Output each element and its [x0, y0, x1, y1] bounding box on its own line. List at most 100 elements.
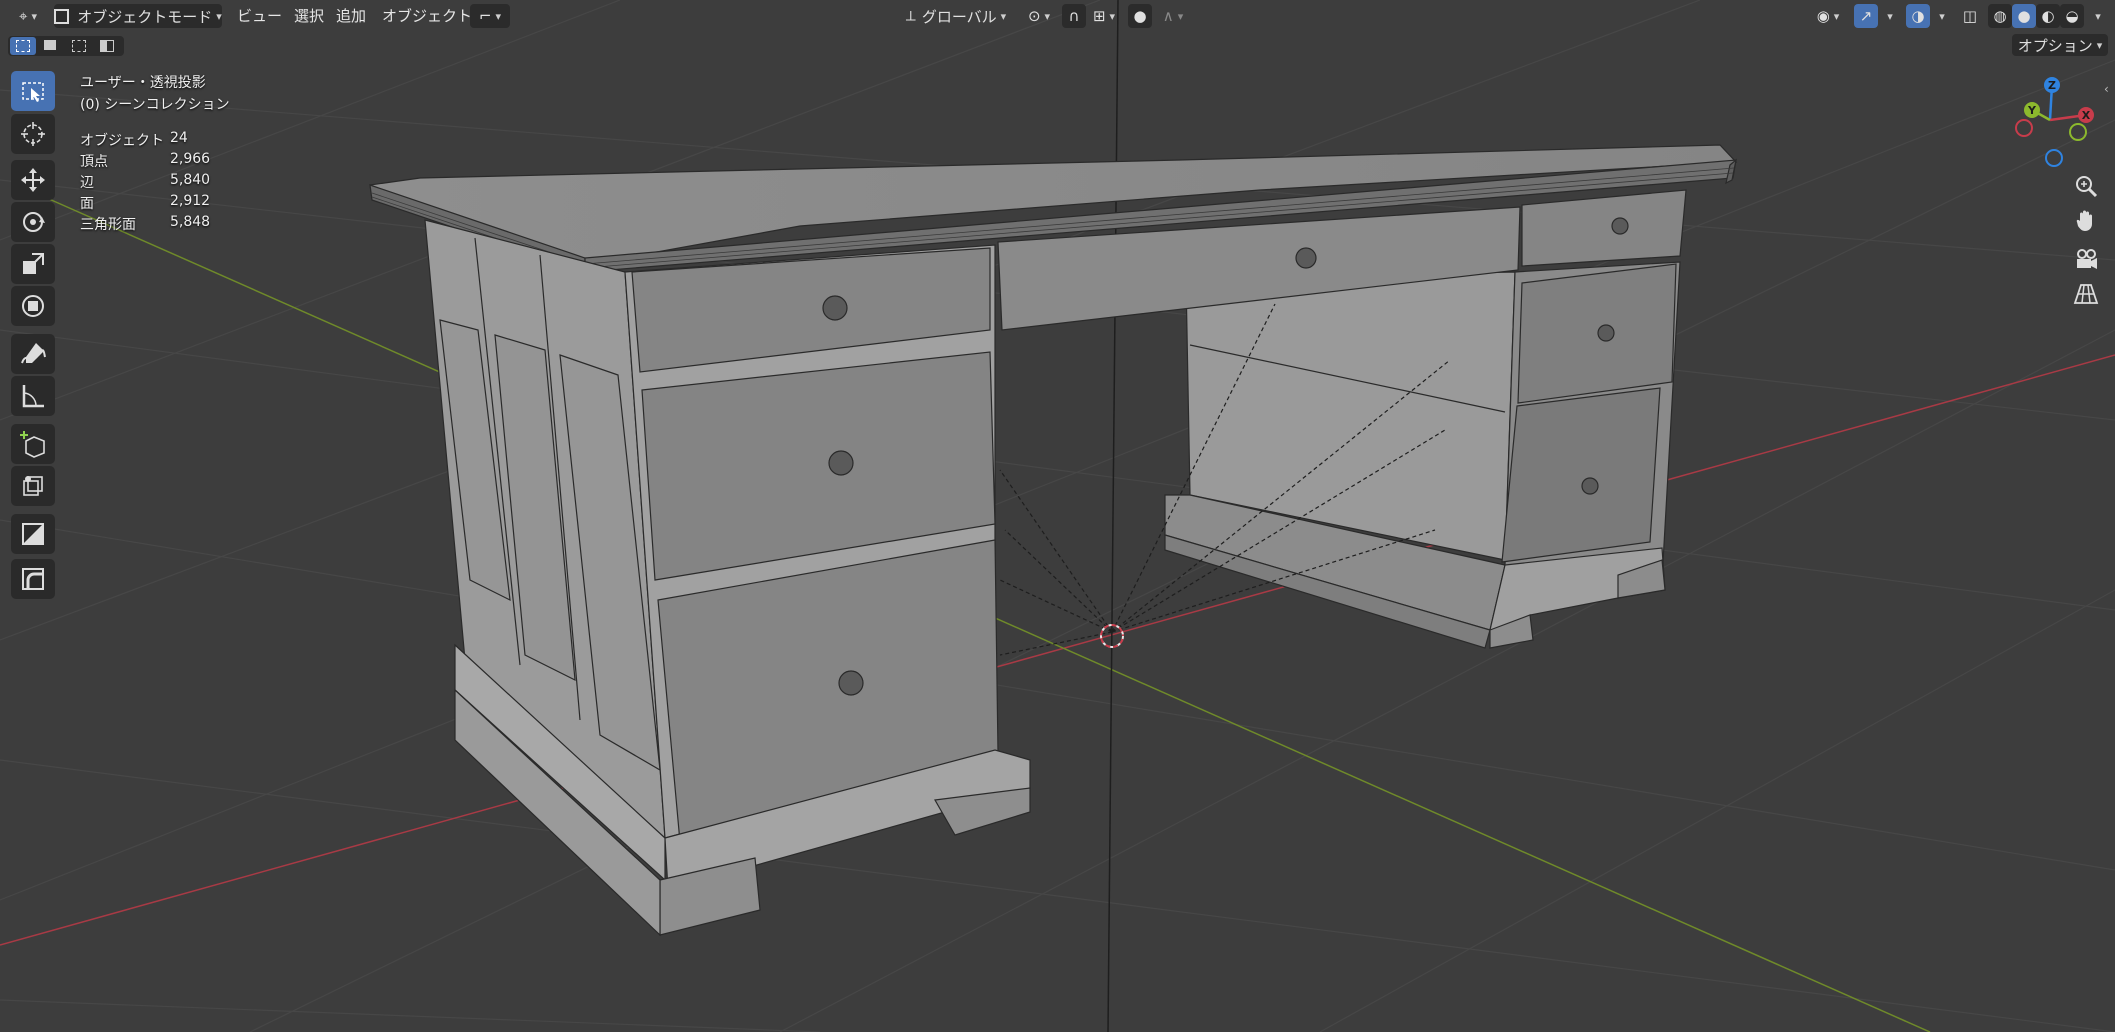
zoom-button[interactable]: [2070, 170, 2102, 202]
shading-dropdown[interactable]: ▾: [2086, 4, 2106, 28]
select-new-icon: [16, 40, 30, 52]
eye-icon: ◉: [1816, 7, 1830, 25]
overlays-dropdown[interactable]: ▾: [1932, 4, 1948, 28]
stat-value: 2,912: [170, 193, 211, 209]
snap-target-dropdown[interactable]: ⊞ ▾: [1088, 4, 1120, 28]
menu-add[interactable]: 追加: [336, 4, 366, 28]
wireframe-sphere-icon: ◍: [1993, 7, 2007, 25]
desk-left-pedestal: [424, 219, 1031, 937]
scale-icon: [23, 253, 44, 274]
shading-rendered-button[interactable]: ◒: [2060, 4, 2084, 28]
tool-annotate[interactable]: [11, 334, 55, 374]
camera-view-button[interactable]: [2070, 243, 2102, 275]
floor-grid: [0, 0, 2115, 1032]
gizmo-x-label: X: [2082, 109, 2091, 122]
tool-measure[interactable]: [11, 376, 55, 416]
pivot-point-dropdown[interactable]: ⊙ ▾: [1020, 4, 1058, 28]
tool-rotate[interactable]: [11, 202, 55, 242]
select-extend-button[interactable]: [38, 37, 64, 55]
object-mode-icon: [54, 8, 70, 24]
material-sphere-icon: ◐: [2041, 7, 2055, 25]
proportional-edit-icon: ●: [1133, 7, 1147, 25]
z-axis-line: [1107, 0, 1119, 1032]
bend-icon: [22, 568, 44, 590]
stat-label: オブジェクト: [80, 133, 164, 149]
gizmo-y-label: Y: [2027, 104, 2037, 117]
shading-solid-button[interactable]: ●: [2012, 4, 2036, 28]
navigation-gizmo[interactable]: Z X Y: [2000, 70, 2096, 170]
cursor-icon: [21, 122, 45, 146]
tool-shrink[interactable]: [11, 514, 55, 554]
transform-icon: [22, 295, 44, 317]
stat-value: 2,966: [170, 151, 211, 167]
select-invert-icon: [100, 40, 114, 52]
pan-button[interactable]: [2070, 205, 2102, 237]
zoom-icon: [2076, 176, 2098, 198]
add-cube-icon: [20, 431, 45, 458]
show-overlays-toggle[interactable]: ◑: [1906, 4, 1930, 28]
tool-scale[interactable]: [11, 244, 55, 284]
gizmo-neg-y-axis[interactable]: [2069, 123, 2087, 141]
stat-label: 三角形面: [80, 217, 136, 233]
select-invert-button[interactable]: [94, 37, 120, 55]
proportional-edit-toggle[interactable]: ●: [1128, 4, 1152, 28]
visibility-dropdown[interactable]: ◉ ▾: [1810, 4, 1846, 28]
transform-orientation-dropdown[interactable]: ⟂ グローバル ▾: [900, 4, 1012, 28]
menu-select[interactable]: 選択: [294, 4, 324, 28]
tool-select-box[interactable]: [11, 71, 55, 111]
editor-type-icon: ⌖: [19, 7, 28, 25]
mode-dropdown[interactable]: オブジェクトモード ▾: [54, 4, 222, 28]
x-axis-line: [0, 354, 2115, 946]
tool-bend[interactable]: [11, 559, 55, 599]
gizmo-dropdown[interactable]: ▾: [1880, 4, 1896, 28]
shading-wireframe-button[interactable]: ◍: [1988, 4, 2012, 28]
falloff-curve-icon: ∧: [1162, 7, 1174, 25]
tool-transform[interactable]: [11, 286, 55, 326]
shading-material-button[interactable]: ◐: [2036, 4, 2060, 28]
stat-label: 辺: [80, 175, 94, 191]
selection-mode-group: [8, 36, 124, 56]
collection-text: (0) シーンコレクション: [80, 97, 230, 113]
mode-label: オブジェクトモード: [77, 7, 213, 26]
gizmo-options-dropdown[interactable]: ⌐ ▾: [470, 4, 510, 28]
add-object-icon: [23, 476, 43, 496]
perspective-toggle-button[interactable]: [2070, 278, 2102, 310]
viewport-header: ⌖ ▾ オブジェクトモード ▾ ビュー 選択 追加 オブジェクト ⌐ ▾ ⟂ グローバ…: [0, 0, 2115, 32]
stat-value: 24: [170, 130, 188, 146]
sidebar-toggle-arrow-icon[interactable]: ‹: [2104, 82, 2109, 96]
editor-type-button[interactable]: ⌖ ▾: [6, 4, 50, 28]
magnet-icon: ∩: [1068, 7, 1080, 25]
gizmo-neg-x-axis[interactable]: [2015, 119, 2033, 137]
chevron-down-icon: ▾: [2095, 9, 2101, 23]
grid-perspective-icon: [2073, 284, 2099, 304]
xray-toggle[interactable]: ◫: [1958, 4, 1982, 28]
tool-move[interactable]: [11, 160, 55, 200]
menu-object[interactable]: オブジェクト: [382, 4, 472, 28]
select-subtract-button[interactable]: [66, 37, 92, 55]
desk-right-top-drawer: [1521, 189, 1687, 267]
show-gizmo-toggle[interactable]: ↗: [1854, 4, 1878, 28]
stat-label: 面: [80, 196, 94, 212]
options-dropdown[interactable]: オプション ▾: [2012, 34, 2108, 56]
tool-add-object[interactable]: [11, 466, 55, 506]
select-new-button[interactable]: [10, 37, 36, 55]
3d-viewport[interactable]: [0, 0, 2115, 1032]
rendered-sphere-icon: ◒: [2065, 7, 2079, 25]
menu-view[interactable]: ビュー: [237, 4, 282, 28]
shrink-icon: [22, 523, 44, 545]
tool-add-cube[interactable]: [11, 424, 55, 464]
annotate-icon: [21, 343, 46, 364]
overlays-icon: ◑: [1911, 7, 1925, 25]
tool-cursor[interactable]: [11, 114, 55, 154]
stat-value: 5,848: [170, 214, 211, 230]
rotate-icon: [23, 212, 45, 232]
chevron-down-icon: ▾: [1887, 9, 1893, 23]
falloff-dropdown[interactable]: ∧ ▾: [1156, 4, 1190, 28]
gizmo-neg-z-axis[interactable]: [2045, 149, 2063, 167]
snap-toggle[interactable]: ∩: [1062, 4, 1086, 28]
gizmo-icon: ↗: [1859, 7, 1873, 25]
stat-value: 5,840: [170, 172, 211, 188]
solid-sphere-icon: ●: [2017, 7, 2031, 25]
chevron-down-icon: ▾: [1939, 9, 1945, 23]
xray-icon: ◫: [1962, 7, 1978, 25]
